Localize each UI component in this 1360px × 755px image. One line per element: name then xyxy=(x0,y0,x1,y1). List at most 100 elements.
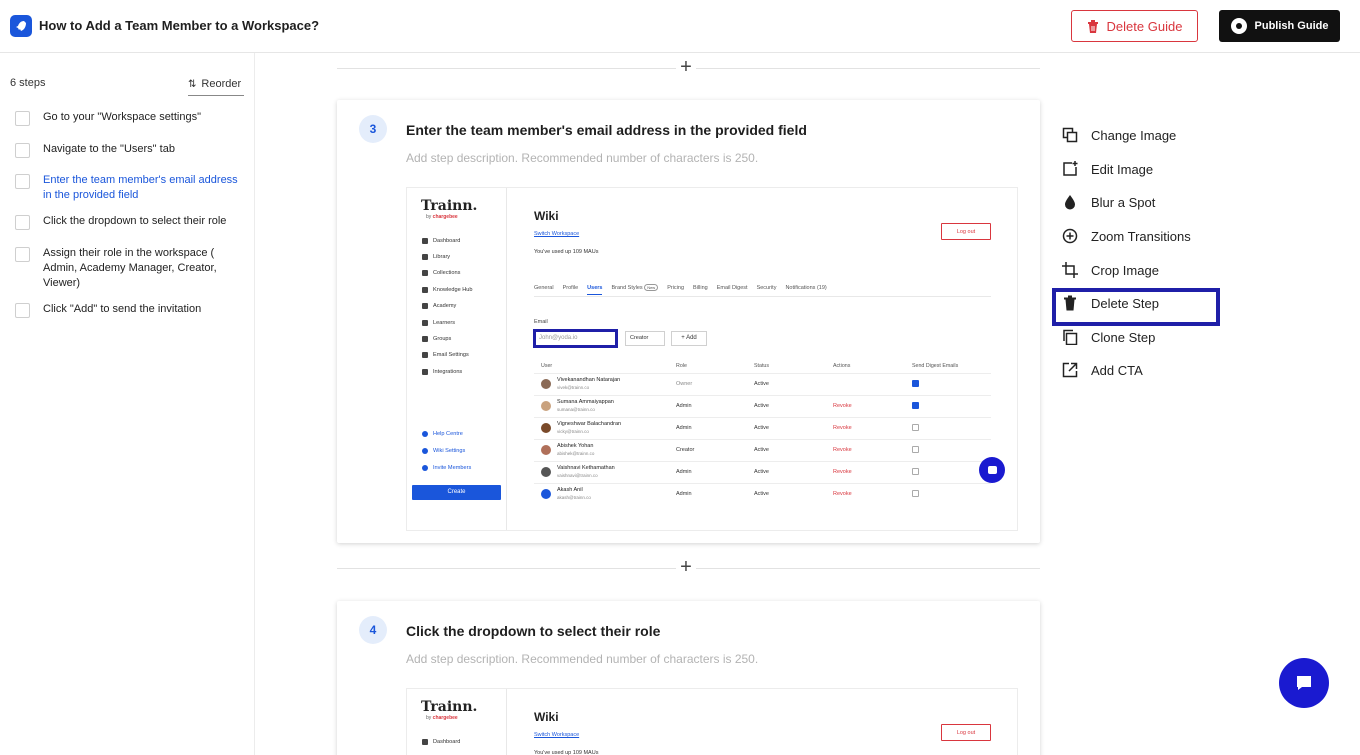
inner-nav-collections: Collections xyxy=(422,270,460,276)
inner-heading: Wiki xyxy=(534,710,559,724)
step-card-4[interactable]: 4 Click the dropdown to select their rol… xyxy=(337,601,1040,755)
step-checkbox[interactable] xyxy=(15,303,30,318)
step-label: Assign their role in the workspace ( Adm… xyxy=(43,247,217,289)
action-label: Clone Step xyxy=(1091,329,1156,345)
library-icon xyxy=(422,254,428,260)
clone-icon xyxy=(1063,329,1078,345)
dashboard-icon xyxy=(422,238,428,244)
inner-sidebar: Trainn. by chargebee Dashboard xyxy=(407,689,507,755)
dashboard-icon xyxy=(422,739,428,745)
eye-icon xyxy=(1230,18,1247,34)
inner-chat-icon xyxy=(979,457,1005,483)
top-bar: How to Add a Team Member to a Workspace?… xyxy=(0,0,1360,53)
step-description[interactable]: Add step description. Recommended number… xyxy=(406,652,758,666)
delete-step-highlight xyxy=(1052,288,1220,326)
zoom-transitions-action[interactable]: Zoom Transitions xyxy=(1062,228,1191,244)
inner-heading: Wiki xyxy=(534,209,559,223)
step-description[interactable]: Add step description. Recommended number… xyxy=(406,151,758,165)
crop-image-action[interactable]: Crop Image xyxy=(1062,262,1159,278)
inner-email-input-highlighted: John@yoda.io xyxy=(533,329,618,348)
inner-link-wiki-settings: Wiki Settings xyxy=(422,448,465,454)
action-label: Blur a Spot xyxy=(1091,194,1156,210)
step-label: Click the dropdown to select their role xyxy=(43,215,227,227)
step-card-3[interactable]: 3 Enter the team member's email address … xyxy=(337,100,1040,543)
inner-nav-learners: Learners xyxy=(422,320,455,326)
step-checkbox[interactable] xyxy=(15,174,30,189)
sidebar-step-2[interactable]: Navigate to the "Users" tab xyxy=(15,142,247,158)
step-checkbox[interactable] xyxy=(15,215,30,230)
invite-icon xyxy=(422,465,428,471)
step-title[interactable]: Click the dropdown to select their role xyxy=(406,623,660,639)
guide-title: How to Add a Team Member to a Workspace? xyxy=(39,18,320,33)
inner-switch-workspace: Switch Workspace xyxy=(534,231,580,237)
inner-nav-integrations: Integrations xyxy=(422,369,462,375)
step-screenshot[interactable]: Trainn. by chargebee Dashboard Library C… xyxy=(406,187,1018,531)
publish-guide-button[interactable]: Publish Guide xyxy=(1219,10,1340,42)
inner-link-help-centre: Help Centre xyxy=(422,431,463,437)
add-step-button[interactable]: + xyxy=(676,57,696,78)
table-row: Vivekanandhan Natarajan vivek@trainn.co … xyxy=(534,373,991,395)
inner-brand-sub: by chargebee xyxy=(426,715,458,721)
zoom-icon xyxy=(1062,228,1078,244)
blur-icon xyxy=(1065,195,1075,210)
step-screenshot[interactable]: Trainn. by chargebee Dashboard Wiki Swit… xyxy=(406,688,1018,755)
collections-icon xyxy=(422,270,428,276)
table-row: Vaishnavi Kethamathan vaishnavi@trainn.c… xyxy=(534,461,991,483)
blur-spot-action[interactable]: Blur a Spot xyxy=(1062,194,1155,210)
reorder-button[interactable]: ⇅ Reorder xyxy=(188,78,241,90)
publish-guide-label: Publish Guide xyxy=(1254,20,1329,32)
steps-sidebar: 6 steps ⇅ Reorder Go to your "Workspace … xyxy=(0,53,255,755)
inner-logout-button: Log out xyxy=(941,223,991,240)
app-logo[interactable] xyxy=(10,15,32,37)
sidebar-step-6[interactable]: Click "Add" to send the invitation xyxy=(15,302,247,318)
step-title[interactable]: Enter the team member's email address in… xyxy=(406,122,807,138)
change-image-icon xyxy=(1062,127,1078,143)
chat-icon xyxy=(1297,676,1311,690)
help-icon xyxy=(422,431,428,437)
sidebar-step-4[interactable]: Click the dropdown to select their role xyxy=(15,214,247,230)
step-label: Go to your "Workspace settings" xyxy=(43,111,202,123)
step-label: Click "Add" to send the invitation xyxy=(43,303,202,315)
inner-nav-dashboard: Dashboard xyxy=(422,739,460,745)
inner-mau: You've used up 109 MAUs xyxy=(534,750,599,755)
groups-icon xyxy=(422,336,428,342)
change-image-action[interactable]: Change Image xyxy=(1062,127,1176,143)
inner-tab-divider xyxy=(534,296,991,297)
inner-sidebar: Trainn. by chargebee Dashboard Library C… xyxy=(407,188,507,530)
step-label-active: Enter the team member's email address in… xyxy=(43,174,238,201)
inner-nav-library: Library xyxy=(422,254,450,260)
sidebar-step-5[interactable]: Assign their role in the workspace ( Adm… xyxy=(15,246,247,291)
step-number-badge: 3 xyxy=(359,115,387,143)
puzzle-icon xyxy=(422,369,428,375)
step-label: Navigate to the "Users" tab xyxy=(43,143,175,155)
step-checkbox[interactable] xyxy=(15,247,30,262)
inner-role-select: Creator xyxy=(625,331,665,346)
inner-switch-workspace: Switch Workspace xyxy=(534,732,580,738)
add-cta-action[interactable]: Add CTA xyxy=(1062,362,1143,378)
edit-image-action[interactable]: Edit Image xyxy=(1062,161,1153,177)
reorder-label: Reorder xyxy=(201,78,242,90)
inner-email-label: Email xyxy=(534,319,548,325)
sidebar-step-1[interactable]: Go to your "Workspace settings" xyxy=(15,110,247,126)
inner-create-button: Create xyxy=(412,485,501,500)
inner-nav-academy: Academy xyxy=(422,303,456,309)
trash-icon xyxy=(1087,19,1098,33)
inner-brand: Trainn. xyxy=(421,198,478,214)
inner-nav-knowledge-hub: Knowledge Hub xyxy=(422,287,473,293)
add-step-button[interactable]: + xyxy=(676,557,696,578)
inner-nav-dashboard: Dashboard xyxy=(422,238,460,244)
step-checkbox[interactable] xyxy=(15,143,30,158)
inner-nav-email-settings: Email Settings xyxy=(422,352,469,358)
book-icon xyxy=(422,287,428,293)
step-checkbox[interactable] xyxy=(15,111,30,126)
chat-button[interactable] xyxy=(1279,658,1329,708)
inner-link-invite-members: Invite Members xyxy=(422,465,471,471)
delete-guide-button[interactable]: Delete Guide xyxy=(1071,10,1198,42)
crop-icon xyxy=(1062,262,1078,278)
delete-guide-label: Delete Guide xyxy=(1106,18,1183,34)
sidebar-step-3[interactable]: Enter the team member's email address in… xyxy=(15,173,247,203)
mail-icon xyxy=(422,352,428,358)
inner-mau: You've used up 109 MAUs xyxy=(534,249,599,255)
action-label: Zoom Transitions xyxy=(1091,228,1191,244)
clone-step-action[interactable]: Clone Step xyxy=(1062,329,1155,345)
